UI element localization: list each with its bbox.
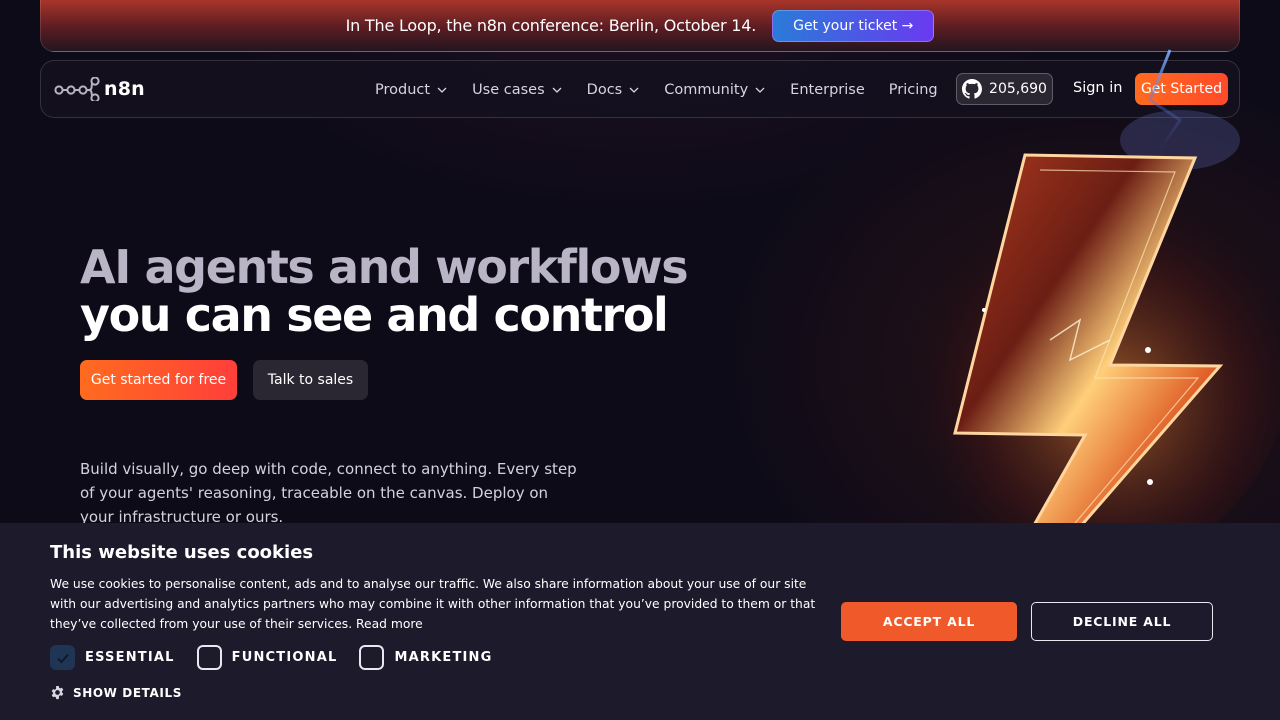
n8n-logo[interactable]: n8n xyxy=(54,77,145,101)
checkbox-unchecked[interactable] xyxy=(359,645,385,670)
cookie-text: We use cookies to personalise content, a… xyxy=(50,577,816,631)
decline-all-button[interactable]: DECLINE ALL xyxy=(1031,602,1213,641)
nav-item-label: Enterprise xyxy=(790,82,865,98)
logo-wordmark: n8n xyxy=(104,78,145,100)
get-ticket-button[interactable]: Get your ticket → xyxy=(772,9,935,42)
checkbox-unchecked[interactable] xyxy=(196,645,222,670)
get-started-free-button[interactable]: Get started for free xyxy=(80,360,237,400)
nav-item-label: Use cases xyxy=(472,82,545,98)
chevron-down-icon xyxy=(755,87,765,93)
nav-item-label: Community xyxy=(664,82,749,98)
hero-description: Build visually, go deep with code, conne… xyxy=(80,460,577,526)
checkbox-checked[interactable] xyxy=(50,645,75,670)
n8n-logo-icon xyxy=(54,77,100,101)
hero-headline-line2: you can see and control xyxy=(80,288,669,342)
chevron-down-icon xyxy=(437,87,447,93)
cookie-description: We use cookies to personalise content, a… xyxy=(50,575,825,634)
nav-item-label: Docs xyxy=(586,82,623,98)
checkbox-label: ESSENTIAL xyxy=(85,650,175,665)
nav-item-community[interactable]: Community xyxy=(664,82,766,98)
essential-checkbox[interactable]: ESSENTIAL xyxy=(50,645,175,670)
hero-headline-line1: AI agents and workflows xyxy=(80,240,689,294)
nav-item-docs[interactable]: Docs xyxy=(587,82,641,98)
nav-item-product[interactable]: Product xyxy=(375,82,448,98)
chevron-down-icon xyxy=(629,87,639,93)
checkmark-icon xyxy=(56,653,69,663)
read-more-link[interactable]: Read more xyxy=(356,617,423,631)
banner-text: In The Loop, the n8n conference: Berlin,… xyxy=(345,16,757,35)
talk-to-sales-button[interactable]: Talk to sales xyxy=(253,360,368,400)
checkbox-label: FUNCTIONAL xyxy=(231,650,338,665)
functional-checkbox[interactable]: FUNCTIONAL xyxy=(196,645,338,670)
cookie-consent-banner: This website uses cookies We use cookies… xyxy=(0,523,1280,720)
nav-item-label: Product xyxy=(375,82,431,98)
accept-all-button[interactable]: ACCEPT ALL xyxy=(841,602,1017,641)
nav-item-enterprise[interactable]: Enterprise xyxy=(790,82,865,98)
show-details-toggle[interactable]: SHOW DETAILS xyxy=(50,685,182,700)
marketing-checkbox[interactable]: MARKETING xyxy=(359,645,492,670)
checkbox-label: MARKETING xyxy=(394,650,493,665)
chevron-down-icon xyxy=(552,87,562,93)
cookie-options: ESSENTIAL FUNCTIONAL MARKETING xyxy=(50,645,515,670)
gear-icon xyxy=(51,685,64,700)
cookie-title: This website uses cookies xyxy=(50,542,314,563)
nav-links: Product Use cases Docs Community Enterpr… xyxy=(375,61,962,119)
nav-item-use-cases[interactable]: Use cases xyxy=(472,82,563,98)
show-details-label: SHOW DETAILS xyxy=(73,685,182,700)
lightning-bolt-illustration xyxy=(890,49,1280,540)
